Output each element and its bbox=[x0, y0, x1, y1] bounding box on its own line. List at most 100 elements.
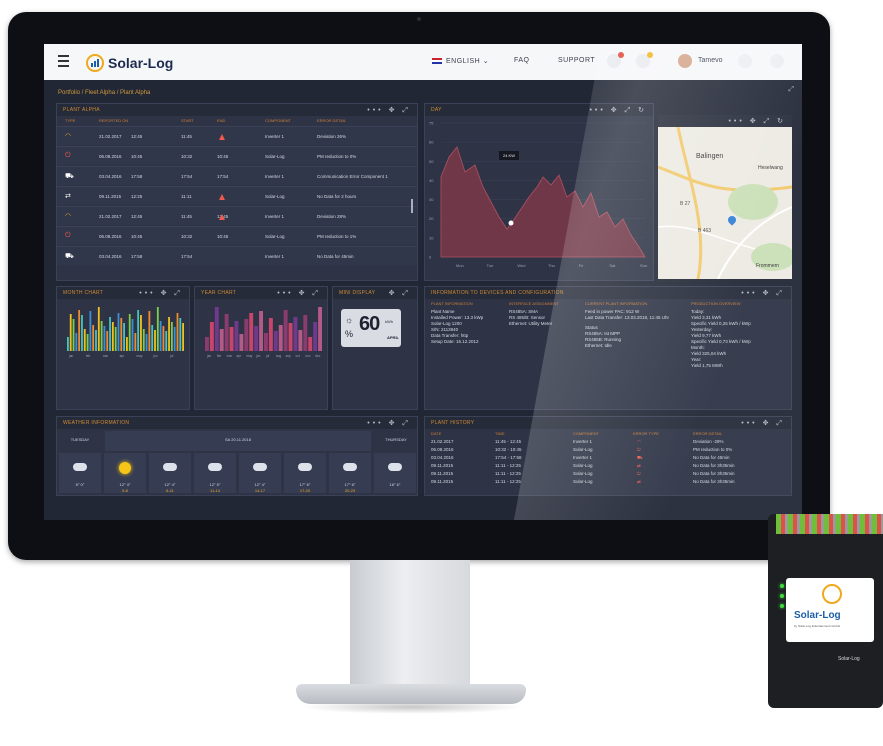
x-tick-label: Thu bbox=[548, 263, 555, 268]
plant-map[interactable]: ••• ✥ ⤢ ↻ Balingen Heselwang B 27 B 463 … bbox=[658, 115, 792, 279]
table-row[interactable]: ⛟ 03.04.2016 17:58 17:54 Inverter 1 No Data f… bbox=[57, 246, 417, 265]
bar bbox=[239, 334, 244, 351]
panel-controls[interactable]: ✥ ⤢ bbox=[389, 289, 411, 298]
bar bbox=[179, 318, 182, 351]
panel-title: WEATHER INFORMATION bbox=[63, 420, 130, 426]
cell-component: Inverter 1 bbox=[573, 455, 593, 460]
col-time[interactable]: TIME bbox=[495, 431, 505, 436]
panel-title: INFORMATION TO DEVICES AND CONFIGURATION bbox=[431, 290, 564, 296]
col-end[interactable]: END bbox=[217, 118, 225, 123]
weather-cell[interactable]: 12° 4° 8-11 bbox=[149, 453, 191, 493]
map-controls[interactable]: ••• ✥ ⤢ ↻ bbox=[728, 117, 786, 126]
language-selector[interactable]: ENGLISH ⌄ bbox=[432, 57, 489, 65]
cell-time: 11:45 - 12:45 bbox=[495, 439, 522, 444]
col-component[interactable]: COMPONENT bbox=[573, 431, 599, 436]
cell-date: 06.08.2016 bbox=[99, 154, 122, 159]
panel-controls[interactable]: ••• ✥ ⤢ bbox=[741, 289, 785, 298]
history-row[interactable]: 03.04.2016 17:54 - 17:58 Inverter 1 No Data… bbox=[425, 455, 791, 462]
history-row[interactable]: 09.11.2015 11:11 - 12:25 Solar-Log No Data … bbox=[425, 471, 791, 478]
panel-controls[interactable]: ••• ✥ ⤢ bbox=[277, 289, 321, 298]
notification-icon[interactable] bbox=[607, 52, 624, 68]
status-led bbox=[780, 604, 784, 608]
month-chart-panel: MONTH CHART ••• ✥ ⤢ jan feb mar apr may jun ju… bbox=[56, 286, 190, 410]
table-row[interactable]: ◠ 21.02.2017 12:45 11:45 12:45 Inverter 1 Devi… bbox=[57, 206, 417, 225]
history-row[interactable]: 09.11.2015 11:11 - 12:25 Solar-Log No Data … bbox=[425, 463, 791, 470]
month-bar-chart: jan feb mar apr may jun jul bbox=[67, 307, 184, 358]
weather-cell[interactable]: 12° 5° 11-14 bbox=[194, 453, 236, 493]
bar bbox=[278, 325, 283, 351]
status-led bbox=[780, 584, 784, 588]
col-date[interactable]: DATE bbox=[431, 431, 441, 436]
weather-cell[interactable]: 5° 0° bbox=[59, 453, 101, 493]
cell-time: 17:54 - 17:58 bbox=[495, 455, 522, 460]
bar bbox=[145, 334, 148, 351]
table-row[interactable]: ◠ 21.02.2017 12:45 11:45 Inverter 1 Deviation… bbox=[57, 126, 417, 145]
support-link[interactable]: SUPPORT bbox=[558, 57, 595, 64]
expand-icon[interactable]: ⤢ bbox=[788, 86, 794, 94]
x-tick-label: apr bbox=[120, 354, 126, 358]
bar bbox=[114, 327, 117, 351]
panel-controls[interactable]: ••• ✥ ⤢ bbox=[367, 106, 411, 115]
col-error-detail[interactable]: ERROR DETAIL bbox=[317, 118, 346, 123]
weather-cell[interactable]: 12° 4° 5-8 bbox=[104, 453, 146, 493]
panel-controls[interactable]: ••• ✥ ⤢ bbox=[367, 419, 411, 428]
bar bbox=[205, 337, 209, 351]
table-row[interactable]: ⛟ 03.04.2016 17:58 17:54 17:54 Inverter 1 Comm… bbox=[57, 166, 417, 185]
table-row[interactable]: ⏻ 06.08.2016 10:45 10:32 10:45 Solar-Log PM re… bbox=[57, 226, 417, 245]
history-row[interactable]: 21.02.2017 11:45 - 12:45 Inverter 1 Deviati… bbox=[425, 439, 791, 446]
weather-range: 17-20 bbox=[299, 488, 311, 493]
brand-logo[interactable]: Solar-Log bbox=[86, 52, 173, 74]
col-error-detail[interactable]: ERROR DETAIL bbox=[693, 431, 722, 436]
table-row[interactable]: ⏻ 06.08.2016 10:45 10:32 10:45 Solar-Log PM re… bbox=[57, 146, 417, 165]
cell-time: 11:11 - 12:25 bbox=[495, 463, 521, 468]
bar bbox=[234, 321, 239, 351]
weather-cell[interactable]: 17° 6° 17-20 bbox=[284, 453, 326, 493]
scrollbar[interactable] bbox=[411, 199, 413, 213]
cell-time: 10:32 - 10:45 bbox=[495, 447, 522, 452]
chevron-down-icon: ⌄ bbox=[482, 58, 490, 65]
weather-cell[interactable]: 17° 6° 20-23 bbox=[329, 453, 371, 493]
col-interface: INTERFACE ASSIGNMENT bbox=[509, 301, 559, 306]
weather-temp: 12° 4° bbox=[119, 482, 131, 487]
history-row[interactable]: 09.11.2015 11:11 - 12:25 Solar-Log No Data … bbox=[425, 479, 791, 486]
dashboard-screen: Solar-Log ENGLISH ⌄ FAQ SUPPORT Tamevo P… bbox=[44, 44, 802, 520]
panel-controls[interactable]: ••• ✥ ⤢ ↻ bbox=[589, 106, 647, 115]
chart-tooltip: 24 KW bbox=[499, 151, 520, 160]
map-label-b27: B 27 bbox=[680, 201, 691, 207]
breadcrumb[interactable]: Portfolio / Fleet Alpha / Plant Alpha bbox=[58, 90, 150, 96]
user-avatar[interactable] bbox=[678, 54, 692, 68]
device-label: Solar-Log by Solar-Log Entertainment Gmb… bbox=[786, 578, 874, 642]
x-tick-label: jul bbox=[169, 354, 173, 358]
history-row[interactable]: 06.08.2016 10:32 - 10:45 Solar-Log PM reduc… bbox=[425, 447, 791, 454]
cell-date: 21.02.2017 bbox=[99, 214, 122, 219]
weather-temp: 12° 4° bbox=[164, 482, 176, 487]
hamburger-menu-icon[interactable] bbox=[58, 55, 69, 67]
map-label-b463: B 463 bbox=[698, 228, 712, 234]
col-type[interactable]: TYPE bbox=[65, 118, 75, 123]
help-icon[interactable] bbox=[770, 54, 784, 68]
col-error-type[interactable]: ERROR TYPE bbox=[633, 431, 659, 436]
col-start[interactable]: START bbox=[181, 118, 194, 123]
col-reported-on[interactable]: REPORTED ON bbox=[99, 118, 128, 123]
x-tick-label: jan bbox=[206, 354, 211, 358]
faq-link[interactable]: FAQ bbox=[514, 57, 530, 64]
terminal-block bbox=[776, 514, 883, 534]
panel-controls[interactable]: ••• ✥ ⤢ bbox=[741, 419, 785, 428]
table-row[interactable]: ⇄ 09.11.2015 12:25 11:11 Solar-Log No Data fo… bbox=[57, 186, 417, 205]
x-tick-label: Mon bbox=[456, 263, 464, 268]
weather-cell[interactable]: 12° 4° 14-17 bbox=[239, 453, 281, 493]
weather-current-day: SA 20.11.2018 bbox=[105, 431, 371, 451]
settings-icon[interactable] bbox=[738, 54, 752, 68]
bar bbox=[89, 311, 92, 351]
bar bbox=[151, 325, 154, 351]
weather-cell[interactable]: 16° 6° bbox=[374, 453, 416, 493]
cell-component: Solar-Log bbox=[573, 471, 593, 476]
bar bbox=[109, 317, 111, 351]
message-icon[interactable] bbox=[636, 52, 653, 68]
user-name[interactable]: Tamevo bbox=[698, 57, 723, 64]
bar bbox=[81, 315, 83, 351]
top-bar: Solar-Log ENGLISH ⌄ FAQ SUPPORT Tamevo bbox=[44, 44, 802, 80]
col-component[interactable]: COMPONENT bbox=[265, 118, 291, 123]
x-tick-label: jan bbox=[68, 354, 73, 358]
panel-controls[interactable]: ••• ✥ ⤢ bbox=[139, 289, 183, 298]
